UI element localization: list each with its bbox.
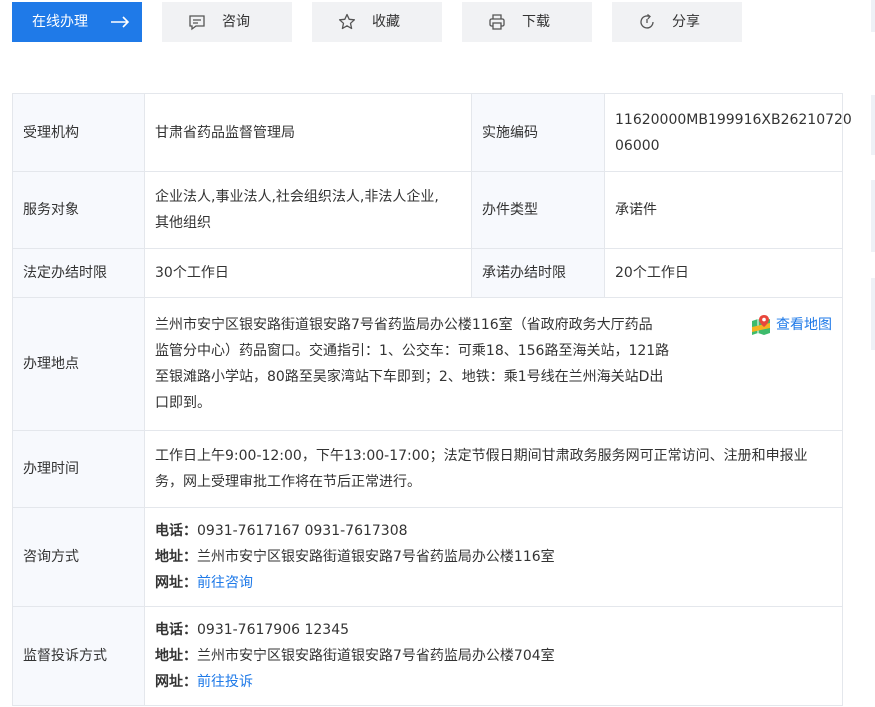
consult-web-line: 网址：前往咨询 (155, 570, 832, 596)
time-line: 务，网上受理审批工作将在节后正常进行。 (155, 474, 421, 490)
share-button[interactable]: 分享 (612, 2, 742, 42)
location-line: 监管分中心）药品窗口。交通指引：1、公交车：可乘18、156路至海关站，121路 (155, 343, 670, 359)
type-label: 办件类型 (471, 171, 605, 249)
go-complaint-link[interactable]: 前往投诉 (197, 674, 253, 690)
code-value: 11620000MB199916XB26210720 06000 (604, 93, 852, 172)
table-row: 服务对象 企业法人,事业法人,社会组织法人,非法人企业, 其他组织 办件类型 承… (12, 171, 843, 249)
table-row: 监督投诉方式 电话：0931-7617906 12345 地址：兰州市安宁区银安… (12, 606, 843, 706)
time-label: 办理时间 (12, 430, 145, 508)
location-value: 查看地图 兰州市安宁区银安路街道银安路7号省药监局办公楼116室（省政府政务大厅… (144, 297, 843, 431)
view-map-label: 查看地图 (776, 317, 832, 333)
printer-icon (489, 14, 505, 30)
star-icon (338, 13, 356, 30)
map-pin-icon (752, 315, 770, 335)
promise-limit-value: 20个工作日 (604, 248, 843, 298)
table-row: 受理机构 甘肃省药品监督管理局 实施编码 11620000MB199916XB2… (12, 93, 852, 172)
time-value: 工作日上午9:00-12:00，下午13:00-17:00；法定节假日期间甘肃政… (144, 430, 843, 508)
online-apply-label: 在线办理 (32, 14, 88, 30)
consult-method-label: 咨询方式 (12, 507, 145, 607)
complaint-web-line: 网址：前往投诉 (155, 669, 832, 695)
consult-label: 咨询 (222, 14, 250, 30)
download-button[interactable]: 下载 (462, 2, 592, 42)
target-label: 服务对象 (12, 171, 145, 249)
online-apply-button[interactable]: 在线办理 (12, 2, 142, 42)
agency-value: 甘肃省药品监督管理局 (144, 93, 472, 172)
target-value: 企业法人,事业法人,社会组织法人,非法人企业, 其他组织 (144, 171, 472, 249)
code-value-line: 06000 (615, 137, 660, 154)
share-label: 分享 (672, 14, 700, 30)
table-row: 法定办结时限 30个工作日 承诺办结时限 20个工作日 (12, 248, 843, 298)
code-value-line: 11620000MB199916XB26210720 (615, 111, 852, 128)
table-row: 咨询方式 电话：0931-7617167 0931-7617308 地址：兰州市… (12, 507, 843, 607)
address-key: 地址： (155, 549, 197, 565)
view-map-link[interactable]: 查看地图 (750, 312, 832, 338)
agency-label: 受理机构 (12, 93, 145, 172)
service-info-table: 受理机构 甘肃省药品监督管理局 实施编码 11620000MB199916XB2… (12, 93, 852, 706)
phone-key: 电话： (155, 523, 197, 539)
go-consult-link[interactable]: 前往咨询 (197, 575, 253, 591)
share-icon (640, 13, 654, 29)
favorite-button[interactable]: 收藏 (312, 2, 442, 42)
consult-address: 兰州市安宁区银安路街道银安路7号省药监局办公楼116室 (197, 549, 555, 565)
website-key: 网址： (155, 575, 197, 591)
promise-limit-label: 承诺办结时限 (471, 248, 605, 298)
complaint-phone-line: 电话：0931-7617906 12345 (155, 617, 832, 643)
target-value-line: 其他组织 (155, 215, 211, 231)
legal-limit-value: 30个工作日 (144, 248, 472, 298)
consult-method-value: 电话：0931-7617167 0931-7617308 地址：兰州市安宁区银安… (144, 507, 843, 607)
download-label: 下载 (522, 14, 550, 30)
location-line: 兰州市安宁区银安路街道银安路7号省药监局办公楼116室（省政府政务大厅药品 (155, 317, 653, 333)
website-key: 网址： (155, 674, 197, 690)
complaint-address: 兰州市安宁区银安路街道银安路7号省药监局办公楼704室 (197, 648, 555, 664)
table-row: 办理地点 查看地图 兰州市安宁区银安路街道银安路7号省药监局办公楼116室（省政… (12, 297, 843, 431)
arrow-right-icon (111, 16, 130, 28)
location-label: 办理地点 (12, 297, 145, 431)
side-panel-edge (871, 180, 875, 252)
message-icon (189, 15, 205, 31)
complaint-method-value: 电话：0931-7617906 12345 地址：兰州市安宁区银安路街道银安路7… (144, 606, 843, 706)
complaint-addr-line: 地址：兰州市安宁区银安路街道银安路7号省药监局办公楼704室 (155, 643, 832, 669)
consult-addr-line: 地址：兰州市安宁区银安路街道银安路7号省药监局办公楼116室 (155, 544, 832, 570)
table-row: 办理时间 工作日上午9:00-12:00，下午13:00-17:00；法定节假日… (12, 430, 843, 508)
consult-phone-line: 电话：0931-7617167 0931-7617308 (155, 518, 832, 544)
time-line: 工作日上午9:00-12:00，下午13:00-17:00；法定节假日期间甘肃政… (155, 448, 808, 464)
complaint-method-label: 监督投诉方式 (12, 606, 145, 706)
consult-button[interactable]: 咨询 (162, 2, 292, 42)
side-panel-edge (871, 0, 875, 32)
address-key: 地址： (155, 648, 197, 664)
code-label: 实施编码 (471, 93, 605, 172)
type-value: 承诺件 (604, 171, 843, 249)
phone-key: 电话： (155, 622, 197, 638)
side-panel-edge (871, 95, 875, 155)
location-line: 至银滩路小学站，80路至吴家湾站下车即到；2、地铁：乘1号线在兰州海关站D出 (155, 369, 664, 385)
target-value-line: 企业法人,事业法人,社会组织法人,非法人企业, (155, 189, 439, 205)
favorite-label: 收藏 (372, 14, 400, 30)
complaint-phone: 0931-7617906 12345 (197, 622, 350, 638)
legal-limit-label: 法定办结时限 (12, 248, 145, 298)
consult-phone: 0931-7617167 0931-7617308 (197, 523, 408, 539)
side-panel-edge (871, 278, 875, 350)
location-line: 口即到。 (155, 395, 211, 411)
